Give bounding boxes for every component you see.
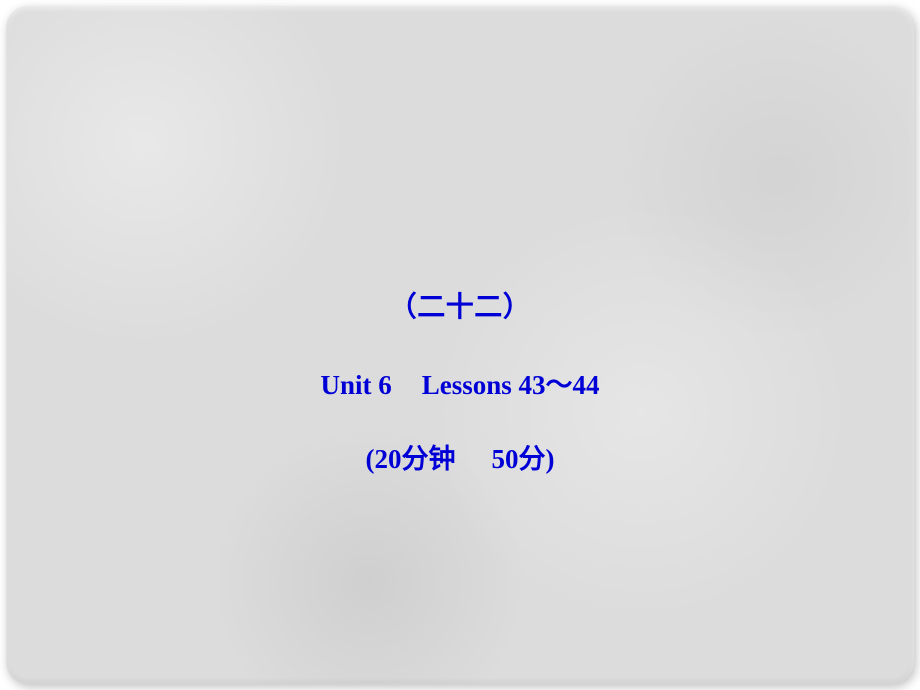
slide-surface: （二十二） Unit 6 Lessons 43～44 (20分钟 50分)	[6, 6, 914, 684]
content-block: （二十二） Unit 6 Lessons 43～44 (20分钟 50分)	[6, 291, 914, 475]
lessons-label: Lessons 43～44	[422, 370, 600, 400]
unit-label: Unit 6	[320, 370, 391, 400]
slide-info: (20分钟 50分)	[6, 443, 914, 475]
slide-subtitle: Unit 6 Lessons 43～44	[6, 369, 914, 401]
score-label: 50分)	[492, 444, 555, 474]
time-label: (20分钟	[366, 444, 456, 474]
slide-title: （二十二）	[6, 291, 914, 325]
slide-frame: （二十二） Unit 6 Lessons 43～44 (20分钟 50分)	[0, 0, 920, 690]
